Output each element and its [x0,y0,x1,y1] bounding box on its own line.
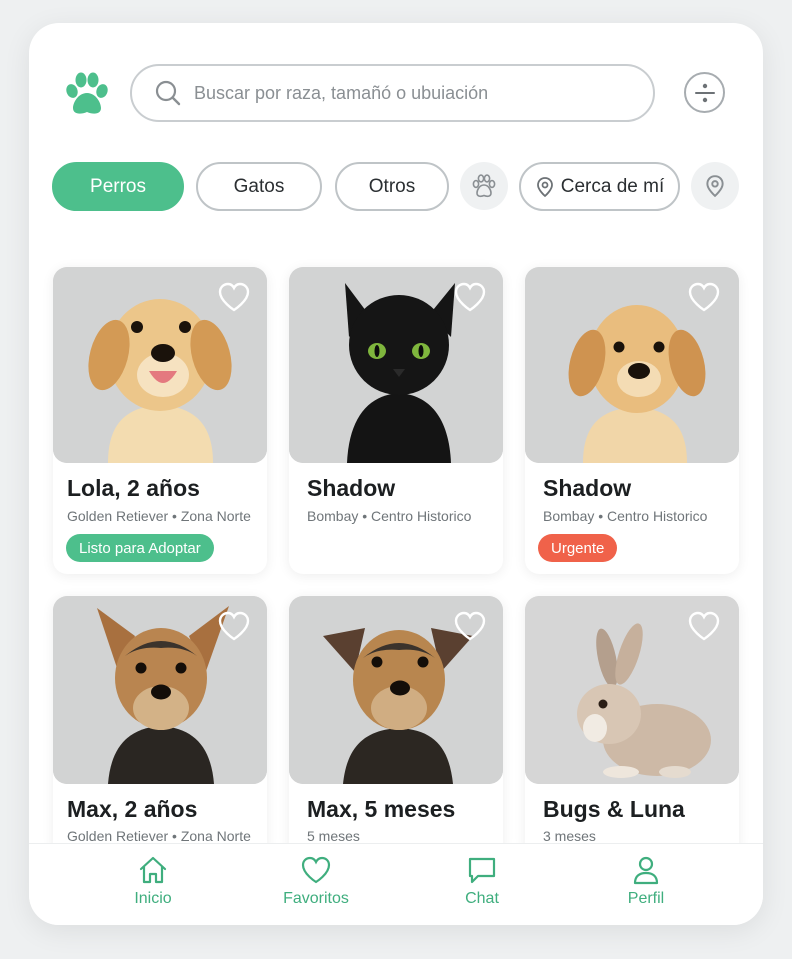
paw-icon [472,174,496,198]
chat-icon [468,857,496,884]
nav-inicio[interactable]: Inicio [98,854,208,914]
pet-card[interactable]: Lola, 2 años Golden Retiever • Zona Nort… [53,267,267,574]
nav-perfil[interactable]: Perfil [591,854,701,914]
pet-meta: Bombay • Centro Historico [307,508,472,524]
chip-label: Otros [368,175,416,197]
location-pin-icon [535,176,555,198]
urgent-badge: Urgente [538,534,618,562]
paw-filter-button[interactable] [460,162,508,210]
pet-photo [289,596,503,784]
search-input[interactable] [194,82,634,104]
pet-meta: Golden Retiever • Zona Norte [67,828,251,844]
pet-name: Lola, 2 años [67,475,200,501]
search-icon [155,80,181,106]
home-icon [139,856,167,884]
pet-photo [289,267,503,463]
chip-cerca-de-mi[interactable]: Cerca de mí [519,162,680,211]
pet-name: Shadow [307,475,396,501]
search-bar[interactable] [130,64,655,122]
pet-photo [525,596,739,784]
nav-label: Inicio [134,890,172,907]
pet-photo [53,596,267,784]
nav-label: Favoritos [283,890,349,907]
pet-meta: 5 meses [307,828,360,844]
nav-label: Perfil [627,890,665,907]
location-pin-icon [706,175,724,198]
pet-meta: Bombay • Centro Historico [543,508,708,524]
nav-label: Chat [465,890,499,907]
favorite-heart-icon[interactable] [217,610,251,642]
pet-card[interactable]: Bugs & Luna 3 meses [525,596,739,856]
favorite-heart-icon[interactable] [687,281,721,313]
pet-photo [525,267,739,463]
chip-label: Gatos [233,175,285,197]
favorite-heart-icon[interactable] [453,610,487,642]
paw-logo-icon [66,72,108,114]
user-icon [633,856,659,885]
favorite-heart-icon[interactable] [687,610,721,642]
chip-label: Cerca de mí [560,175,665,197]
pet-card[interactable]: Shadow Bombay • Centro Historico [289,267,503,574]
filter-button[interactable] [684,72,725,113]
chip-otros[interactable]: Otros [335,162,449,211]
chip-perros[interactable]: Perros [52,162,184,211]
map-location-button[interactable] [691,162,739,210]
pet-photo [53,267,267,463]
pet-card[interactable]: Max, 2 años Golden Retiever • Zona Norte [53,596,267,856]
pet-card[interactable]: Shadow Bombay • Centro Historico Urgente [525,267,739,574]
pet-name: Bugs & Luna [543,796,685,822]
pet-meta: 3 meses [543,828,596,844]
pet-card[interactable]: Max, 5 meses 5 meses [289,596,503,856]
bottom-nav: Inicio Favoritos Chat Perfil [29,843,763,925]
pet-name: Shadow [543,475,632,501]
status-badge: Listo para Adoptar [66,534,214,562]
favorite-heart-icon[interactable] [217,281,251,313]
nav-favoritos[interactable]: Favoritos [261,854,371,914]
chip-label: Perros [90,175,146,197]
chip-gatos[interactable]: Gatos [196,162,322,211]
pet-name: Max, 2 años [67,796,198,822]
pet-meta: Golden Retiever • Zona Norte [67,508,251,524]
app-window: Perros Gatos Otros Cerca de mí [29,23,763,925]
heart-icon [301,856,331,884]
divide-filter-icon [694,83,715,102]
pet-name: Max, 5 meses [307,796,456,822]
nav-chat[interactable]: Chat [427,854,537,914]
favorite-heart-icon[interactable] [453,281,487,313]
